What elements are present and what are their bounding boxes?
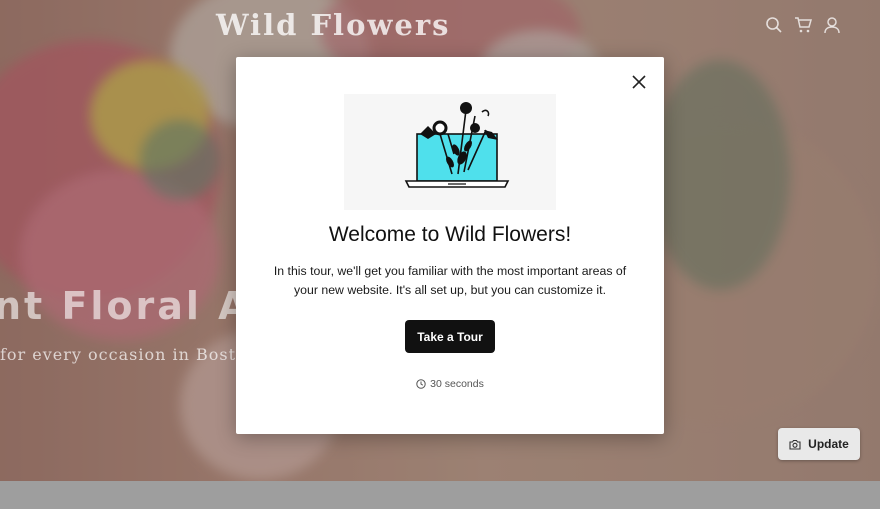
- take-tour-button[interactable]: Take a Tour: [405, 320, 495, 353]
- cart-icon[interactable]: [794, 16, 812, 34]
- hero-title: nt Floral Ar: [0, 284, 273, 328]
- search-icon[interactable]: [765, 16, 783, 34]
- illustration-panel: [344, 94, 556, 210]
- camera-icon: [789, 439, 801, 450]
- update-button[interactable]: Update: [778, 428, 860, 460]
- modal-title: Welcome to Wild Flowers!: [328, 223, 572, 246]
- tour-duration-text: 30 seconds: [430, 378, 484, 390]
- clock-icon: [416, 379, 426, 389]
- account-icon[interactable]: [823, 16, 841, 34]
- page-bottom-strip: [0, 481, 880, 509]
- hero-subtitle: for every occasion in Bosto: [0, 345, 247, 364]
- site-brand[interactable]: Wild Flowers: [216, 8, 450, 42]
- welcome-tour-modal: Welcome to Wild Flowers! In this tour, w…: [236, 57, 664, 434]
- laptop-flowers-illustration: [404, 102, 510, 188]
- update-button-label: Update: [808, 437, 849, 451]
- tour-duration: 30 seconds: [236, 378, 664, 390]
- modal-description: In this tour, we'll get you familiar wit…: [273, 264, 627, 297]
- close-icon[interactable]: [629, 72, 649, 92]
